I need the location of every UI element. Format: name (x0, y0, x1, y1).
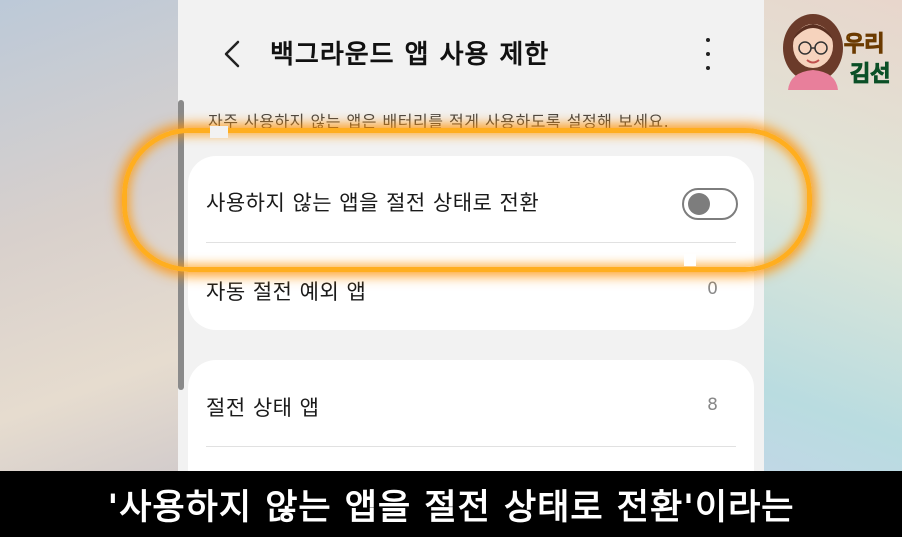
settings-card: 사용하지 않는 앱을 절전 상태로 전환 자동 절전 예외 앱 0 (188, 156, 754, 330)
never-sleeping-apps-row[interactable]: 자동 절전 예외 앱 0 (188, 248, 754, 328)
more-dot-icon (706, 52, 710, 56)
put-unused-to-sleep-label: 사용하지 않는 앱을 절전 상태로 전환 (206, 191, 540, 215)
put-unused-to-sleep-toggle[interactable] (682, 188, 738, 220)
highlight-gap (684, 254, 696, 266)
back-button[interactable] (214, 36, 250, 72)
toggle-knob (688, 193, 710, 215)
logo-text-line2: 김선 (849, 62, 891, 88)
more-dot-icon (706, 66, 710, 70)
sleeping-apps-count: 8 (707, 395, 718, 415)
background-left (0, 0, 178, 537)
logo-text-line1: 우리 (843, 32, 885, 58)
sleeping-apps-label: 절전 상태 앱 (206, 396, 320, 420)
channel-logo: 우리 김선 (774, 4, 902, 96)
caption-text: '사용하지 않는 앱을 절전 상태로 전환'이라는 (107, 487, 795, 528)
phone-screen: 백그라운드 앱 사용 제한 자주 사용하지 않는 앱은 배터리를 적게 사용하도… (178, 0, 764, 537)
highlight-gap (210, 126, 228, 138)
avatar-icon (783, 14, 843, 90)
caption-bar: '사용하지 않는 앱을 절전 상태로 전환'이라는 (0, 471, 902, 537)
more-dot-icon (706, 38, 710, 42)
never-sleeping-apps-count: 0 (707, 279, 718, 299)
app-header: 백그라운드 앱 사용 제한 (178, 0, 764, 100)
description-text: 자주 사용하지 않는 앱은 배터리를 적게 사용하도록 설정해 보세요. (208, 112, 670, 131)
divider (206, 242, 736, 243)
sleeping-apps-row[interactable]: 절전 상태 앱 8 (188, 364, 754, 444)
page-title: 백그라운드 앱 사용 제한 (270, 40, 550, 70)
chevron-left-icon (224, 40, 240, 68)
never-sleeping-apps-label: 자동 절전 예외 앱 (206, 280, 367, 304)
put-unused-to-sleep-row[interactable]: 사용하지 않는 앱을 절전 상태로 전환 (188, 160, 754, 240)
divider (206, 446, 736, 447)
scrollbar[interactable] (178, 100, 184, 390)
more-options-button[interactable] (694, 38, 722, 70)
